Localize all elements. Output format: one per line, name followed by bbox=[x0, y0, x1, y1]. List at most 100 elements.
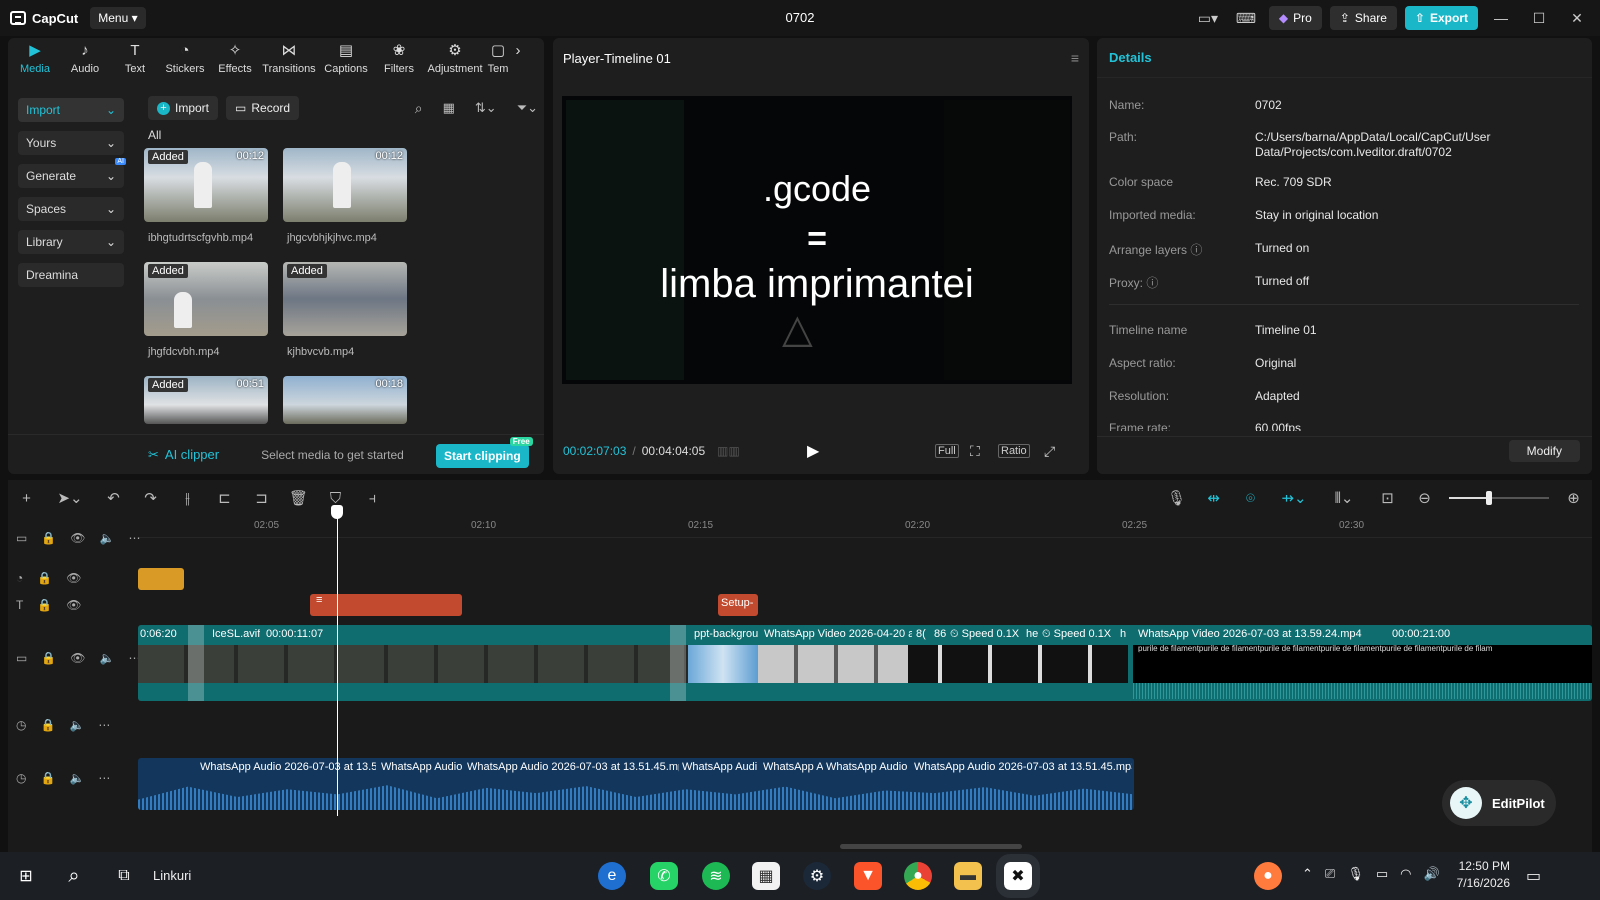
sidebar-item-dreamina[interactable]: Dreamina bbox=[18, 263, 124, 287]
video-preview[interactable]: .gcode = limba imprimantei △ bbox=[562, 96, 1072, 384]
spotify-icon[interactable]: ≋ bbox=[702, 862, 730, 890]
select-tool-icon[interactable]: ➤⌄ bbox=[45, 489, 95, 507]
info-icon[interactable]: ⓘ bbox=[1146, 276, 1158, 290]
tool-captions[interactable]: ▤ Captions bbox=[318, 42, 374, 80]
media-thumbnail[interactable]: Added bbox=[144, 262, 268, 336]
freeze-icon[interactable]: ⫞ bbox=[354, 490, 391, 507]
menu-button[interactable]: Menu ▾ bbox=[90, 7, 146, 29]
media-thumbnail[interactable]: Added 00:51 bbox=[144, 376, 268, 424]
transition-marker[interactable] bbox=[188, 625, 204, 701]
tool-effects[interactable]: ✧ Effects bbox=[210, 42, 260, 80]
microphone-tray-icon[interactable]: 🎙 bbox=[1347, 866, 1364, 882]
ai-clipper-label[interactable]: AI clipper bbox=[165, 447, 219, 462]
preview-axis-icon[interactable]: ⫴⌄ bbox=[1319, 489, 1369, 507]
hamburger-icon[interactable]: ≡ bbox=[1071, 50, 1079, 66]
text-clip[interactable]: ≡ bbox=[310, 594, 462, 616]
full-button[interactable]: Full bbox=[935, 444, 959, 458]
lock-icon[interactable]: 🔒 bbox=[41, 531, 56, 545]
more-icon[interactable]: ⋯ bbox=[98, 718, 110, 732]
fit-icon[interactable]: ⊡ bbox=[1369, 489, 1406, 507]
undo-icon[interactable]: ↶ bbox=[95, 489, 132, 507]
pro-button[interactable]: ◆ Pro bbox=[1268, 6, 1322, 30]
tool-transitions[interactable]: ⋈ Transitions bbox=[260, 42, 318, 80]
battery-icon[interactable]: ▭ bbox=[1376, 866, 1388, 882]
text-clip[interactable]: Setup- bbox=[718, 594, 758, 616]
clock[interactable]: 12:50 PM 7/16/2026 bbox=[1454, 858, 1510, 892]
tool-adjustment[interactable]: ⚙ Adjustment bbox=[424, 42, 486, 80]
windows-start-icon[interactable]: ⊞ bbox=[12, 862, 40, 890]
zoom-slider-knob[interactable] bbox=[1486, 491, 1492, 505]
lock-icon[interactable]: 🔒 bbox=[37, 598, 52, 612]
shortcut-icon[interactable]: ⌨ bbox=[1231, 10, 1261, 27]
split-icon[interactable]: ⫲ bbox=[169, 490, 206, 507]
speaker-icon[interactable]: 🔈 bbox=[69, 771, 84, 785]
add-track-icon[interactable]: + bbox=[8, 490, 45, 507]
auto-snap-icon[interactable]: ⇸⌄ bbox=[1269, 489, 1319, 507]
horizontal-scrollbar[interactable] bbox=[840, 844, 1022, 849]
speaker-icon[interactable]: 🔈 bbox=[100, 531, 115, 545]
lock-icon[interactable]: 🔒 bbox=[37, 571, 52, 585]
wifi-icon[interactable]: ◠ bbox=[1400, 866, 1411, 882]
crop-icon[interactable]: ⛶ bbox=[970, 443, 980, 460]
sidebar-item-library[interactable]: Library ⌄ bbox=[18, 230, 124, 254]
media-thumbnail[interactable]: Added 00:12 bbox=[144, 148, 268, 222]
lock-icon[interactable]: 🔒 bbox=[41, 651, 56, 665]
microphone-icon[interactable]: 🎙 bbox=[1158, 489, 1195, 507]
waveform-icon[interactable]: ▥▥ bbox=[717, 444, 740, 458]
tool-text[interactable]: T Text bbox=[110, 42, 160, 80]
media-thumbnail[interactable]: 00:12 bbox=[283, 148, 407, 222]
notification-icon[interactable]: ▭ bbox=[1526, 866, 1541, 886]
speaker-icon[interactable]: 🔈 bbox=[69, 718, 84, 732]
play-icon[interactable]: ▶ bbox=[807, 441, 819, 461]
more-icon[interactable]: ⋯ bbox=[98, 771, 110, 785]
sidebar-item-spaces[interactable]: Spaces ⌄ bbox=[18, 197, 124, 221]
volume-icon[interactable]: 🔊 bbox=[1423, 866, 1439, 882]
playhead[interactable] bbox=[337, 512, 338, 816]
magnet-icon[interactable]: ⌾ bbox=[1232, 490, 1269, 507]
store-icon[interactable]: ▦ bbox=[752, 862, 780, 890]
eye-icon[interactable]: 👁 bbox=[66, 571, 81, 585]
delete-icon[interactable]: 🗑 bbox=[280, 489, 317, 507]
lock-icon[interactable]: 🔒 bbox=[40, 718, 55, 732]
trim-right-icon[interactable]: ⊐ bbox=[243, 489, 280, 507]
media-thumbnail[interactable]: 00:18 bbox=[283, 376, 407, 424]
task-view-icon[interactable]: ⧉ bbox=[110, 862, 138, 890]
transition-marker[interactable] bbox=[670, 625, 686, 701]
record-button[interactable]: ▭ Record bbox=[226, 96, 300, 120]
redo-icon[interactable]: ↷ bbox=[132, 489, 169, 507]
effect-clip[interactable] bbox=[138, 568, 184, 590]
export-button[interactable]: ⇧ Export bbox=[1404, 6, 1478, 30]
sidebar-item-import[interactable]: Import ⌄ bbox=[18, 98, 124, 122]
tool-filters[interactable]: ❀ Filters bbox=[374, 42, 424, 80]
whatsapp-icon[interactable]: ✆ bbox=[650, 862, 678, 890]
sort-icon[interactable]: ⇅⌄ bbox=[475, 100, 497, 116]
sidebar-item-yours[interactable]: Yours ⌄ bbox=[18, 131, 124, 155]
tool-audio[interactable]: ♪ Audio bbox=[60, 42, 110, 80]
search-icon[interactable]: ⌕ bbox=[60, 862, 88, 890]
capcut-taskbar-icon[interactable]: ✖ bbox=[996, 854, 1040, 898]
chrome-icon[interactable]: ● bbox=[904, 862, 932, 890]
share-button[interactable]: ⇪ Share bbox=[1329, 6, 1397, 30]
taskbar-search-text[interactable]: Linkuri bbox=[153, 868, 191, 883]
eye-icon[interactable]: 👁 bbox=[66, 598, 81, 612]
zoom-out-icon[interactable]: ⊖ bbox=[1406, 489, 1443, 507]
zoom-in-icon[interactable]: ⊕ bbox=[1555, 489, 1592, 507]
zoom-slider[interactable] bbox=[1449, 490, 1549, 506]
timeline-ruler[interactable]: 02:05 02:10 02:15 02:20 02:25 02:30 bbox=[138, 516, 1592, 538]
filter-icon[interactable]: ⏷⌄ bbox=[517, 100, 538, 116]
tool-media[interactable]: ▶ Media bbox=[10, 42, 60, 80]
editpilot-button[interactable]: ✥ EditPilot bbox=[1442, 780, 1556, 826]
ratio-button[interactable]: Ratio bbox=[998, 444, 1030, 458]
marker-icon[interactable]: ⛉ bbox=[317, 490, 354, 507]
steam-icon[interactable]: ⚙ bbox=[803, 862, 831, 890]
camera-icon[interactable]: ⎚ bbox=[1325, 866, 1335, 882]
toolstrip-next-button[interactable]: › bbox=[510, 42, 526, 80]
tool-stickers[interactable]: ◔ Stickers bbox=[160, 42, 210, 80]
maximize-icon[interactable]: ☐ bbox=[1524, 10, 1554, 27]
link-clips-icon[interactable]: ⇹ bbox=[1195, 489, 1232, 507]
speaker-icon[interactable]: 🔈 bbox=[100, 651, 115, 665]
lock-icon[interactable]: 🔒 bbox=[40, 771, 55, 785]
modify-button[interactable]: Modify bbox=[1508, 440, 1580, 462]
layout-icon[interactable]: ▭▾ bbox=[1193, 10, 1223, 27]
more-icon[interactable]: ⋯ bbox=[128, 531, 140, 545]
